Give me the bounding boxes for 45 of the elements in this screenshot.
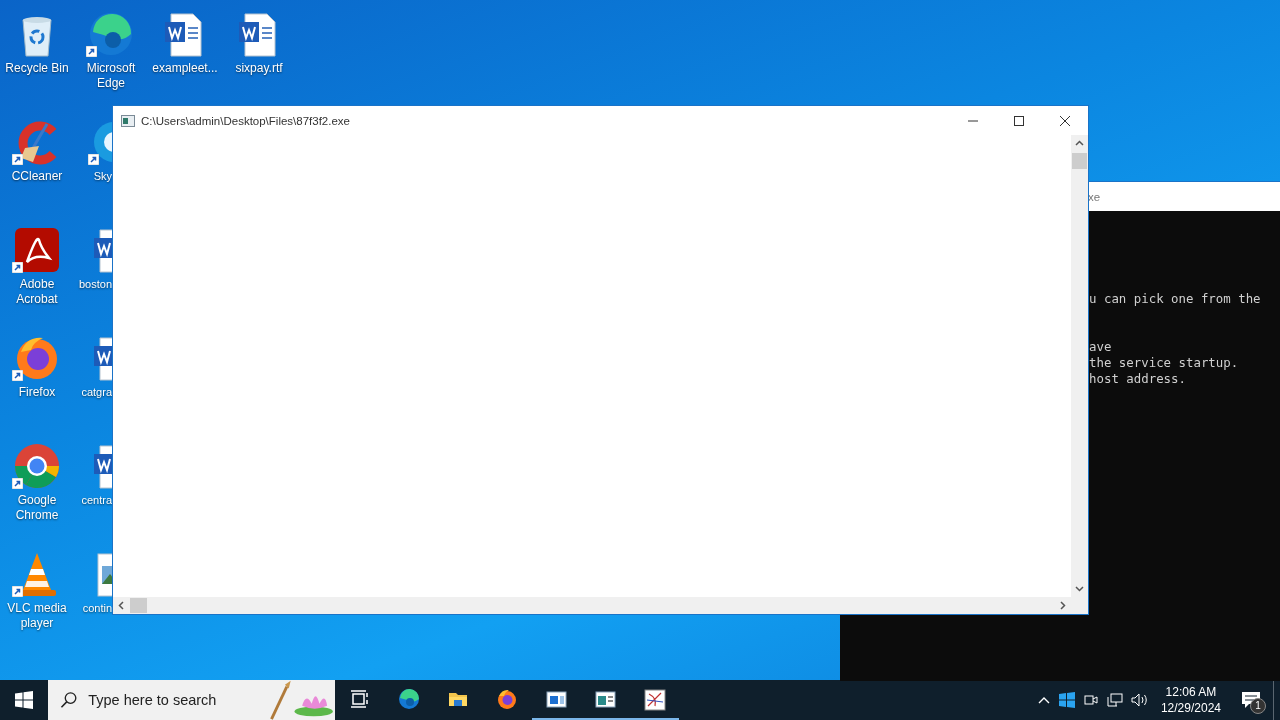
network-icon[interactable] — [1106, 692, 1123, 708]
desktop-icon-label[interactable]: CCleaner — [1, 169, 73, 184]
console-title: xe — [1088, 190, 1101, 203]
desktop-icon-label[interactable]: VLC media player — [1, 601, 73, 631]
edge-icon[interactable] — [87, 10, 135, 58]
desktop-icon-label[interactable]: Adobe Acrobat — [1, 277, 73, 307]
speaker-icon[interactable] — [1130, 692, 1149, 708]
console-line: the service startup. — [1089, 355, 1240, 371]
desktop-icon-label[interactable]: centra — [74, 493, 112, 508]
search-bar[interactable]: Type here to search — [48, 680, 335, 720]
notifications-button[interactable]: 1 — [1229, 680, 1273, 720]
desktop-icon-label[interactable]: boston — [74, 277, 112, 292]
console-line: ave — [1089, 339, 1113, 355]
console-line: host address. — [1089, 371, 1187, 387]
desktop-icon-label[interactable]: exampleet... — [149, 61, 221, 76]
desktop-icon-label[interactable]: catgra — [74, 385, 112, 400]
clock-date: 12/29/2024 — [1160, 700, 1221, 716]
drawing-app-icon — [642, 688, 667, 712]
maximize-icon — [1014, 115, 1024, 126]
horizontal-scrollbar[interactable] — [113, 597, 1071, 614]
desktop-icon-label[interactable]: Google Chrome — [1, 493, 73, 523]
search-icon — [60, 691, 78, 709]
clock[interactable]: 12:06 AM 12/29/2024 — [1152, 684, 1229, 716]
close-icon — [1060, 115, 1070, 126]
desktop-icon-label[interactable]: contin — [74, 601, 112, 616]
windows-logo-icon — [15, 691, 33, 709]
vertical-scrollbar[interactable] — [1071, 135, 1088, 597]
chrome-icon[interactable] — [13, 442, 61, 490]
scroll-thumb[interactable] — [130, 598, 147, 613]
camera-icon[interactable] — [1082, 692, 1099, 708]
desktop-icon-label[interactable]: sixpay.rtf — [223, 61, 295, 76]
browser-icon — [397, 688, 422, 712]
windows-logo-icon[interactable] — [1058, 692, 1075, 708]
pdf-icon[interactable] — [13, 226, 61, 274]
scroll-thumb[interactable] — [1072, 153, 1087, 169]
clock-time: 12:06 AM — [1165, 684, 1217, 700]
desktop-icon-label[interactable]: Recycle Bin — [1, 61, 73, 76]
app-window-icon — [121, 114, 135, 127]
desktop-icon-label[interactable]: Firefox — [1, 385, 73, 400]
desktop-icon-label[interactable]: Microsoft Edge — [75, 61, 147, 91]
desktop-icon-label[interactable]: Sky — [74, 169, 112, 184]
window-title: C:\Users\admin\Desktop\Files\87f3f2.exe — [141, 114, 351, 127]
notification-count: 1 — [1250, 698, 1266, 714]
search-field[interactable]: Type here to search — [86, 691, 261, 709]
console-line: u can pick one from the — [1089, 291, 1262, 307]
